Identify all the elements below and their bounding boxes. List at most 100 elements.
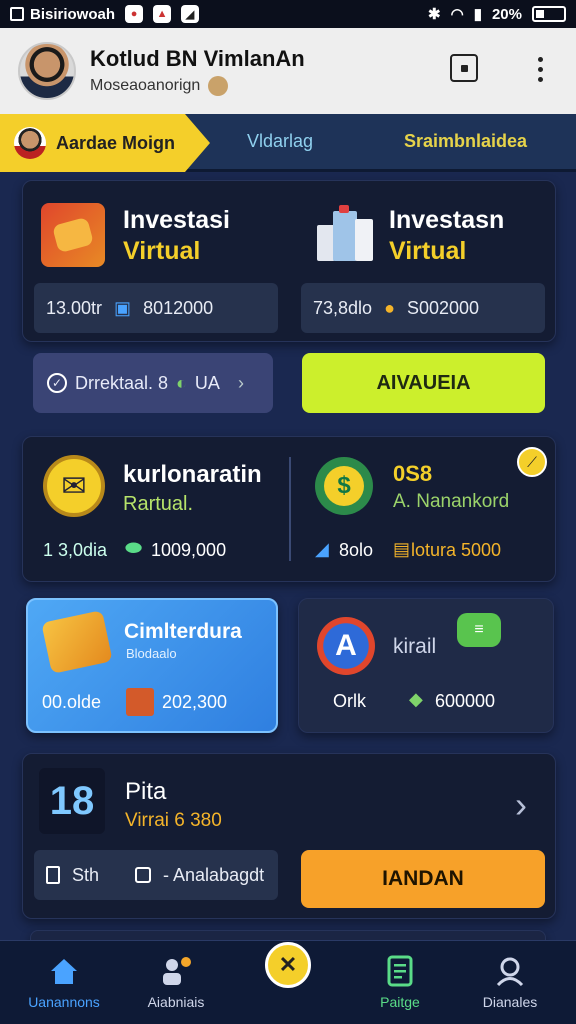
scan-icon <box>460 64 468 72</box>
timer-icon: ⟋ <box>517 447 547 477</box>
nav-activity[interactable]: Aiabniais <box>126 941 226 1024</box>
gallery-notification-icon: ▲ <box>153 5 172 23</box>
tab-sraimbnlaidea[interactable]: Sraimbnlaidea <box>404 131 527 152</box>
building-icon <box>317 205 375 261</box>
app-feature-card[interactable]: A kirail ≡ Orlk ◆ 600000 <box>298 598 554 733</box>
check-circle-icon: ✓ <box>47 373 67 393</box>
stat-value: S002000 <box>406 297 480 318</box>
badge-icon <box>208 76 229 96</box>
battery-percent: 20% <box>491 5 522 23</box>
app-store-icon: A <box>317 617 375 675</box>
scan-button[interactable] <box>450 54 478 82</box>
card5-subtitle: Virrai 6 380 <box>125 810 222 831</box>
card3-subtitle: Blodaalo <box>126 646 177 661</box>
card5-action-button[interactable]: IANDAN <box>301 850 545 908</box>
tools-icon: ✕ <box>278 952 298 977</box>
card2-left-stat2: 1009,000 <box>151 540 227 560</box>
more-menu-button[interactable] <box>525 54 555 84</box>
user-alert-icon <box>160 956 192 986</box>
blue-feature-card[interactable]: Cimlterdura Blodaalo 00.olde 202,300 <box>26 598 278 733</box>
card3-stat1: 00.olde <box>42 692 102 712</box>
more-icon <box>537 56 543 62</box>
battery-icon <box>532 6 566 22</box>
carrier-name: Bisiriowoah <box>30 5 116 23</box>
card5-field1: Sth <box>72 864 100 885</box>
ticket-icon: ▤ <box>393 539 411 559</box>
card2-left-stat1: 1 3,0dia <box>43 540 108 560</box>
stat-box-left: 13.00tr ▣ 8012000 <box>34 283 278 333</box>
nav-profile[interactable]: Dianales <box>460 941 560 1024</box>
box-icon <box>126 688 154 716</box>
money-icon: ⬬ <box>125 537 143 559</box>
pita-card[interactable]: 18 Pita Virrai 6 380 › Sth - Analabagdt … <box>22 753 556 919</box>
direct-action-label: Drrektaal. 8 <box>75 372 169 393</box>
profile-icon <box>494 956 526 986</box>
home-icon <box>48 956 80 986</box>
investment-title-right: Investasn Virtual <box>389 206 505 265</box>
card2-right-stat2: lotura 5000 <box>411 540 502 560</box>
leaf-icon: ◐ <box>176 372 187 393</box>
card2-left-title: kurlonaratin <box>123 461 262 488</box>
day-number: 18 <box>39 768 105 834</box>
card2-right-subtitle: A. Nanankord <box>393 491 510 512</box>
virtual-card[interactable]: ✉ kurlonaratin Rartual. 1 3,0dia ⬬ 1009,… <box>22 436 556 582</box>
stat-box-right: 73,8dlo ● S002000 <box>301 283 545 333</box>
nav-page[interactable]: Paitge <box>350 941 450 1024</box>
card5-field2: - Analabagdt <box>163 864 265 885</box>
card2-right-title: 0S8 <box>393 461 433 486</box>
direct-action-button[interactable]: ✓ Drrektaal. 8 ◐ UA › <box>33 353 273 413</box>
divider <box>289 457 291 561</box>
tab-label: Aardae Moign <box>56 132 176 153</box>
tab-avatar <box>14 127 46 159</box>
stat-value: 8012000 <box>143 297 214 318</box>
wifi-icon: ◠ <box>450 6 464 23</box>
profile-header: Kotlud BN VimlanAn Moseaoanorign <box>0 28 576 114</box>
card5-title: Pita <box>125 778 167 805</box>
card3-stat2: 202,300 <box>162 692 228 712</box>
signal-icon: ▮ <box>473 6 482 23</box>
drop-icon: ◢ <box>315 539 329 559</box>
tab-bar: Aardae Moign Vldarlag Sraimbnlaidea <box>0 114 576 172</box>
nav-label: Paitge <box>380 994 420 1010</box>
chevron-right-icon: › <box>237 372 244 393</box>
direct-action-suffix: UA <box>194 372 220 393</box>
mail-notification-icon: ◢ <box>181 5 200 23</box>
profile-subtitle: Moseaoanorign <box>90 77 201 94</box>
investment-card[interactable]: Investasi Virtual Investasn Virtual 13.0… <box>22 180 556 342</box>
nav-home[interactable]: Uanannons <box>14 941 114 1024</box>
nav-label: Uanannons <box>28 994 100 1010</box>
app-notification-icon: ● <box>125 5 144 23</box>
coin-icon: ● <box>384 297 395 318</box>
card4-title: kirail <box>393 635 437 658</box>
tab-aardae-moign[interactable]: Aardae Moign <box>0 114 210 172</box>
tab-vldarlag[interactable]: Vldarlag <box>247 131 313 152</box>
square-icon <box>135 867 152 883</box>
chat-icon: ≡ <box>457 613 501 647</box>
nav-label: Dianales <box>482 994 538 1010</box>
card5-field[interactable]: Sth - Analabagdt <box>34 850 278 900</box>
stat-value: 13.00tr <box>46 297 103 318</box>
avatar[interactable] <box>18 42 76 100</box>
card2-left-subtitle: Rartual. <box>123 493 194 515</box>
chip-icon: ▣ <box>114 297 132 318</box>
leaf-small-icon: ◆ <box>409 689 423 709</box>
document-icon <box>384 955 416 987</box>
card2-right-stat1: 8olo <box>339 540 374 560</box>
device-icon <box>46 866 60 884</box>
card4-stat1: Orlk <box>333 691 366 711</box>
puzzle-icon <box>41 203 105 267</box>
card3-title: Cimlterdura <box>124 620 242 643</box>
nav-label: Aiabniais <box>147 994 205 1010</box>
center-action-button[interactable]: ✕ <box>265 942 311 988</box>
stat-value: 73,8dlo <box>313 297 373 318</box>
profile-name: Kotlud BN VimlanAn <box>90 46 305 71</box>
wallet-icon <box>41 610 113 674</box>
bluetooth-icon: ✱ <box>428 6 441 23</box>
card4-stat2: 600000 <box>435 691 496 711</box>
chevron-right-icon[interactable]: › <box>515 784 527 826</box>
status-bar: Bisiriowoah ● ▲ ◢ ✱ ◠ ▮ 20% <box>0 0 576 28</box>
notification-icon <box>10 7 24 21</box>
mail-shield-icon: ✉ <box>43 455 105 517</box>
dollar-icon: $ <box>315 457 373 515</box>
primary-action-button[interactable]: AIVAUEIA <box>302 353 545 413</box>
